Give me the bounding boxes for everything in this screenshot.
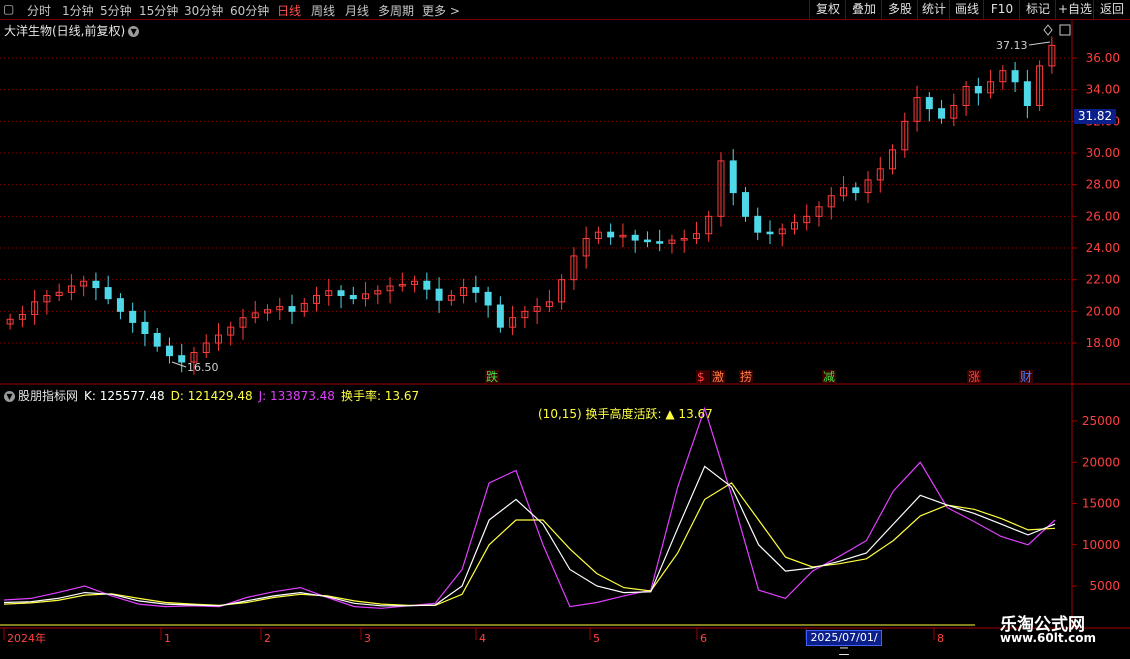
- candle-body: [141, 321, 149, 334]
- chart-canvas: 36.0034.0032.0030.0028.0026.0024.0022.00…: [0, 20, 1130, 645]
- candle-body: [92, 280, 100, 289]
- price-tick-label: 24.00: [1086, 241, 1120, 255]
- date-tick-label: 4: [479, 632, 486, 645]
- indicator-tick-label: 10000: [1082, 538, 1120, 552]
- price-tick-label: 22.00: [1086, 273, 1120, 287]
- candle-body: [925, 97, 933, 110]
- candle-body: [643, 239, 651, 243]
- price-tick-label: 28.00: [1086, 178, 1120, 192]
- date-tick-label: 2024年: [7, 631, 46, 645]
- indicator-name: 股朋指标网: [18, 389, 79, 403]
- k-value: K: 125577.48: [84, 389, 165, 403]
- candle-body: [288, 306, 296, 312]
- date-tick-label: 3: [364, 632, 371, 645]
- price-tick-label: 26.00: [1086, 209, 1120, 223]
- event-marker: 捞: [740, 370, 752, 384]
- chevron-down-icon[interactable]: ▼: [4, 391, 15, 402]
- date-tick-label: 8: [937, 632, 944, 645]
- candle-body: [754, 215, 762, 233]
- indicator-tick-label: 25000: [1082, 414, 1120, 428]
- candle-body: [472, 287, 480, 293]
- j-value: J: 133873.48: [258, 389, 335, 403]
- event-marker: 跌: [486, 369, 498, 384]
- high-price-arrow: [1028, 41, 1051, 46]
- event-marker: $: [697, 370, 705, 384]
- watermark-url: www.60lt.com: [1000, 631, 1097, 645]
- indicator-tick-label: 5000: [1089, 579, 1120, 593]
- candle-body: [116, 298, 124, 312]
- candle-body: [741, 192, 749, 217]
- candle-body: [337, 290, 345, 296]
- candle-body: [129, 310, 137, 323]
- kdj-j-line: [3, 406, 1056, 609]
- cursor-date: 2025/07/01/二: [806, 630, 882, 658]
- price-tick-label: 30.00: [1086, 146, 1120, 160]
- candle-body: [631, 234, 639, 241]
- event-marker: 激: [712, 370, 724, 384]
- candle-body: [852, 187, 860, 194]
- diamond-icon: [1043, 24, 1053, 36]
- kdj-d-line: [3, 482, 1056, 607]
- date-tick-label: 1: [164, 632, 171, 645]
- price-tick-label: 20.00: [1086, 304, 1120, 318]
- candle-body: [607, 231, 615, 238]
- candle-body: [435, 288, 443, 301]
- candle-body: [766, 231, 774, 235]
- event-marker: 财: [1020, 370, 1032, 384]
- candle-body: [656, 241, 664, 244]
- date-tick-label: 5: [593, 632, 600, 645]
- d-value: D: 121429.48: [170, 389, 253, 403]
- candle-body: [178, 355, 186, 363]
- candle-body: [496, 304, 504, 328]
- date-tick-label: 6: [700, 632, 707, 645]
- candle-body: [1023, 81, 1031, 106]
- low-price-label: 16.50: [187, 361, 219, 374]
- low-price-arrow: [171, 361, 187, 368]
- candle-body: [423, 280, 431, 290]
- candle-body: [1011, 70, 1019, 83]
- candle-body: [165, 345, 173, 357]
- price-tick-label: 36.00: [1086, 51, 1120, 65]
- indicator-tick-label: 20000: [1082, 455, 1120, 469]
- window-toggle-icon: [1059, 24, 1071, 36]
- indicator-legend: ▼ 股朋指标网 K: 125577.48 D: 121429.48 J: 133873.…: [4, 387, 425, 404]
- indicator-tick-label: 15000: [1082, 497, 1120, 511]
- candle-body: [729, 160, 737, 194]
- event-marker: 减: [823, 370, 835, 384]
- high-price-label: 37.13: [996, 39, 1028, 52]
- candle-body: [349, 295, 357, 300]
- candle-body: [938, 108, 946, 119]
- candle-body: [974, 86, 982, 94]
- candle-body: [104, 287, 112, 300]
- date-tick-label: 2: [264, 632, 271, 645]
- candle-body: [153, 333, 161, 347]
- price-tick-label: 18.00: [1086, 336, 1120, 350]
- turnover-value: 换手率: 13.67: [340, 389, 420, 403]
- turnover-note: (10,15) 换手高度活跃: ▲ 13.67: [538, 407, 713, 421]
- price-tick-label: 34.00: [1086, 83, 1120, 97]
- candle-body: [484, 291, 492, 306]
- current-price-tag: 31.82: [1074, 109, 1116, 124]
- event-marker: 涨: [968, 369, 980, 384]
